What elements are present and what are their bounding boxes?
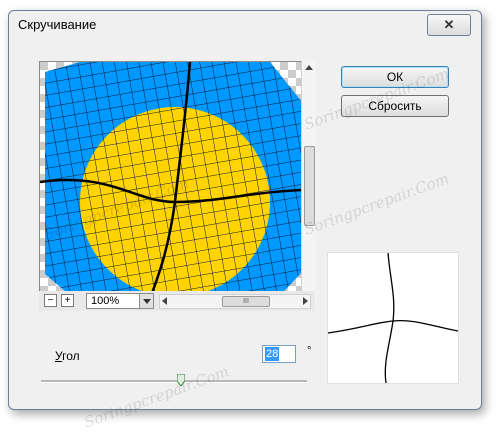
reset-button[interactable]: Сбросить	[341, 95, 449, 117]
angle-label: Угол	[55, 349, 80, 363]
preview-image	[40, 62, 310, 304]
dialog-title: Скручивание	[18, 17, 97, 32]
zoom-bar: − + 100% III	[39, 291, 315, 311]
zoom-in-button[interactable]: +	[61, 294, 74, 307]
scroll-thumb[interactable]	[304, 146, 315, 226]
preview-area[interactable]	[39, 61, 311, 305]
twirl-dialog: Скручивание ✕ − + 100% III ОК Сбросить У…	[8, 10, 482, 410]
scroll-right-icon[interactable]	[303, 297, 308, 305]
zoom-out-button[interactable]: −	[44, 294, 57, 307]
title-bar: Скручивание ✕	[9, 11, 481, 39]
degree-unit: °	[307, 345, 312, 357]
scroll-left-icon[interactable]	[162, 297, 167, 305]
scroll-up-icon[interactable]	[305, 65, 313, 70]
twirl-thumbnail	[327, 252, 459, 384]
preview-horizontal-scrollbar[interactable]: III	[159, 294, 311, 309]
ok-button[interactable]: ОК	[341, 66, 449, 88]
preview-vertical-scrollbar[interactable]	[301, 61, 316, 303]
horizontal-scroll-thumb[interactable]: III	[222, 296, 270, 307]
zoom-dropdown-button[interactable]	[139, 293, 154, 309]
close-icon: ✕	[443, 17, 455, 32]
angle-slider[interactable]	[41, 380, 307, 383]
close-button[interactable]: ✕	[427, 14, 471, 36]
slider-thumb-icon[interactable]	[176, 373, 186, 387]
angle-input[interactable]: 28	[262, 345, 296, 363]
